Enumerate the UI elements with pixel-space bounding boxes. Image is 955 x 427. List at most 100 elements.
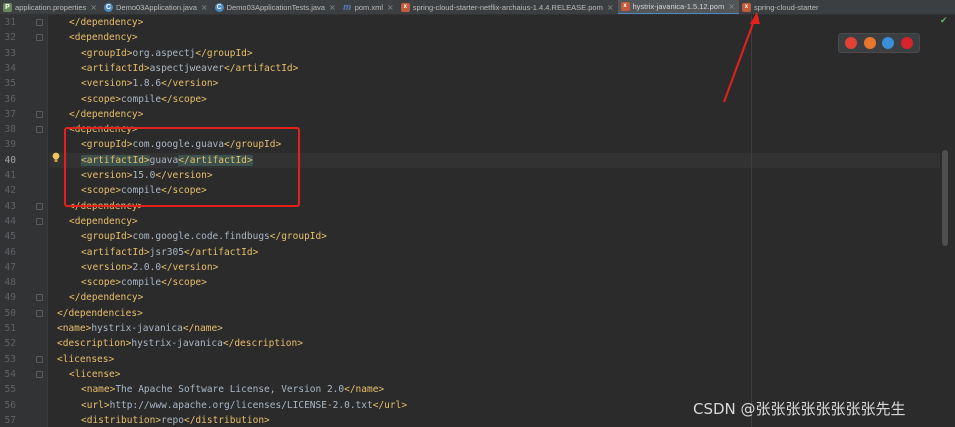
code-line[interactable]: <name>The Apache Software License, Versi…	[49, 382, 955, 397]
code-line[interactable]: <scope>compile</scope>	[49, 92, 955, 107]
code-text: </dependency>	[69, 108, 144, 120]
close-icon[interactable]: ×	[387, 3, 394, 12]
code-line[interactable]: <artifactId>aspectjweaver</artifactId>	[49, 61, 955, 76]
fold-marker-icon[interactable]	[36, 217, 43, 225]
opera-icon[interactable]	[900, 37, 913, 49]
code-line[interactable]: <name>hystrix-javanica</name>	[49, 321, 955, 336]
line-number: 44	[4, 215, 16, 227]
scrollbar-thumb[interactable]	[942, 150, 948, 246]
code-text: <artifactId>jsr305</artifactId>	[81, 246, 259, 258]
inspection-ok-icon[interactable]: ✔	[940, 16, 948, 26]
line-number: 51	[4, 323, 16, 334]
line-number: 33	[4, 47, 16, 59]
line-number: 52	[4, 338, 16, 350]
code-text: <scope>compile</scope>	[81, 93, 207, 105]
line-number: 37	[4, 108, 16, 120]
code-text: <groupId>org.aspectj</groupId>	[81, 47, 253, 59]
open-in-browser-bar	[838, 33, 920, 53]
line-number: 56	[4, 399, 16, 411]
fold-marker-icon[interactable]	[36, 34, 43, 42]
highlight-box-annotation	[64, 127, 300, 207]
tab-label: hystrix-javanica-1.5.12.pom	[632, 2, 725, 11]
safari-icon[interactable]	[882, 37, 895, 49]
line-number: 57	[4, 414, 16, 426]
fold-marker-icon[interactable]	[36, 126, 43, 134]
code-line[interactable]: </dependency>	[49, 107, 955, 122]
code-line[interactable]: <version>1.8.6</version>	[49, 76, 955, 91]
code-text: <licenses>	[57, 353, 115, 365]
tab-1[interactable]: C Demo03Application.java ×	[101, 0, 212, 14]
code-text: <version>1.8.6</version>	[81, 78, 219, 90]
close-icon[interactable]: ×	[607, 3, 614, 12]
line-number: 43	[4, 200, 16, 212]
line-number-gutter: 31 32 33 34 35 36 37 38 39 40 41 42 43 44 45 46 47 48 49 50…	[0, 15, 48, 427]
maven-icon: m	[343, 2, 352, 12]
line-number: 41	[4, 170, 16, 181]
editor-tab-bar: Papplication.properties × C Demo03Applicati…	[0, 0, 955, 15]
code-line[interactable]: <dependency>	[49, 214, 955, 229]
chrome-icon[interactable]	[845, 37, 858, 49]
tab-5[interactable]: x hystrix-javanica-1.5.12.pom ×	[617, 0, 739, 14]
tab-4[interactable]: x spring-cloud-starter-netflix-archaius-1…	[398, 0, 618, 14]
tab-label: Demo03Application.java	[116, 3, 197, 12]
close-icon[interactable]: ×	[201, 3, 208, 12]
code-line[interactable]: <groupId>com.google.code.findbugs</group…	[49, 229, 955, 244]
code-line[interactable]: </dependency>	[49, 290, 955, 305]
fold-marker-icon[interactable]	[36, 110, 43, 118]
properties-file-icon: P	[3, 3, 12, 12]
code-text: <name>hystrix-javanica</name>	[57, 323, 223, 334]
code-line[interactable]: </dependencies>	[49, 306, 955, 321]
close-icon[interactable]: ×	[728, 2, 735, 11]
line-number: 32	[4, 32, 16, 44]
tab-6[interactable]: x spring-cloud-starter	[739, 0, 823, 14]
fold-marker-icon[interactable]	[36, 370, 43, 378]
code-line[interactable]: </dependency>	[49, 15, 955, 30]
watermark-text: CSDN @张张张张张张张张先生	[693, 400, 906, 418]
code-line[interactable]: <artifactId>jsr305</artifactId>	[49, 245, 955, 260]
line-number: 38	[4, 124, 16, 136]
line-number: 42	[4, 185, 16, 197]
line-number: 36	[4, 93, 16, 105]
code-line[interactable]: <license>	[49, 367, 955, 382]
intention-bulb-icon[interactable]	[52, 152, 60, 163]
tab-label: application.properties	[15, 3, 87, 12]
pom-file-icon: x	[400, 3, 410, 12]
code-text: <dependency>	[69, 215, 138, 227]
tab-0[interactable]: Papplication.properties ×	[0, 0, 101, 14]
close-icon[interactable]: ×	[329, 3, 336, 12]
fold-marker-icon[interactable]	[36, 294, 43, 302]
line-number: 39	[4, 139, 16, 151]
code-line[interactable]: <licenses>	[49, 352, 955, 367]
line-number: 31	[4, 17, 16, 28]
line-number: 49	[4, 292, 16, 304]
line-number: 54	[4, 368, 16, 380]
fold-marker-icon[interactable]	[36, 309, 43, 317]
code-text: <license>	[69, 368, 121, 380]
code-editor[interactable]: </dependency> <dependency> <groupId>org.as…	[49, 15, 955, 427]
code-line[interactable]: <description>hystrix-javanica</descripti…	[49, 336, 955, 351]
pom-file-icon: x	[741, 3, 751, 12]
line-number: 53	[4, 353, 16, 365]
code-text: <version>2.0.0</version>	[81, 261, 219, 273]
tab-2[interactable]: C Demo03ApplicationTests.java ×	[212, 0, 340, 14]
code-text: </dependencies>	[57, 307, 143, 319]
tab-label: spring-cloud-starter-netflix-archaius-1.…	[412, 3, 603, 12]
line-number: 46	[4, 246, 16, 258]
fold-marker-icon[interactable]	[36, 202, 43, 210]
java-class-icon: C	[104, 3, 113, 12]
fold-marker-icon[interactable]	[36, 19, 43, 26]
fold-marker-icon[interactable]	[36, 355, 43, 363]
code-line[interactable]: <groupId>org.aspectj</groupId>	[49, 46, 955, 61]
line-number: 35	[4, 78, 16, 90]
right-margin-guide	[751, 15, 752, 427]
firefox-icon[interactable]	[863, 37, 876, 49]
code-line[interactable]: <dependency>	[49, 30, 955, 45]
tab-3[interactable]: m pom.xml ×	[340, 0, 398, 14]
code-line[interactable]: <version>2.0.0</version>	[49, 260, 955, 275]
line-number: 50	[4, 307, 16, 319]
code-text: <distribution>repo</distribution>	[81, 414, 270, 426]
code-line[interactable]: <scope>compile</scope>	[49, 275, 955, 290]
line-number: 55	[4, 384, 16, 396]
line-number: 45	[4, 231, 16, 243]
close-icon[interactable]: ×	[90, 3, 97, 12]
